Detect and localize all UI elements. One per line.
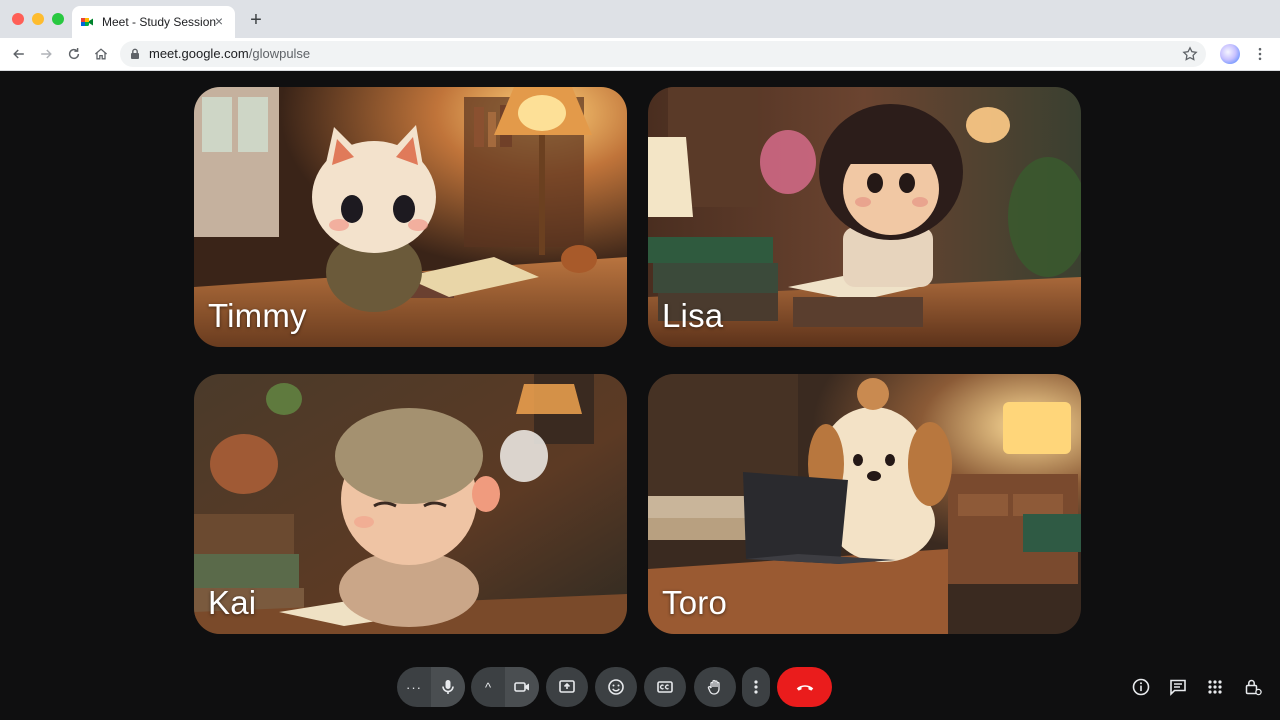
more-icon: ··· xyxy=(406,679,422,695)
participant-name: Toro xyxy=(662,584,727,621)
tab-title: Meet - Study Session xyxy=(102,15,217,29)
host-controls-button[interactable] xyxy=(1242,676,1264,698)
present-icon xyxy=(559,680,575,693)
new-tab-button[interactable]: + xyxy=(246,10,266,30)
bookmark-star-icon[interactable] xyxy=(1182,46,1198,62)
maximize-window-button[interactable] xyxy=(52,13,64,25)
host-controls-icon xyxy=(1245,679,1262,696)
chat-button[interactable] xyxy=(1167,676,1189,698)
reload-icon xyxy=(68,48,80,60)
more-vert-icon xyxy=(1258,47,1262,61)
arrow-right-icon xyxy=(41,49,52,59)
video-feed-image xyxy=(194,374,627,634)
browser-tab-meet[interactable]: Meet - Study Session × xyxy=(72,6,235,38)
back-button[interactable] xyxy=(9,44,29,64)
emoji-icon xyxy=(608,679,624,695)
mic-icon xyxy=(442,680,454,694)
home-icon xyxy=(94,48,108,60)
meet-favicon-icon xyxy=(81,18,93,26)
url-host: meet.google.com xyxy=(149,46,249,61)
more-options-mic-group: ··· xyxy=(397,667,465,707)
browser-toolbar: meet.google.com/glowpulse xyxy=(0,38,1280,71)
participant-name: Lisa xyxy=(662,297,724,334)
captions-icon xyxy=(657,681,673,693)
participant-name: Kai xyxy=(208,584,257,621)
camera-group: ^ xyxy=(471,667,539,707)
info-icon xyxy=(1132,678,1150,696)
profile-avatar[interactable] xyxy=(1220,44,1240,64)
present-now-button[interactable] xyxy=(546,667,588,707)
raise-hand-icon xyxy=(707,679,720,695)
captions-button[interactable] xyxy=(644,667,686,707)
leave-call-button[interactable] xyxy=(777,667,832,707)
participant-tile-lisa[interactable]: Lisa xyxy=(648,87,1081,347)
lock-icon[interactable] xyxy=(128,47,142,61)
url-path: /glowpulse xyxy=(248,46,311,61)
tab-strip: Meet - Study Session × + xyxy=(0,0,1280,38)
more-vert-icon xyxy=(754,680,758,694)
forward-button[interactable] xyxy=(36,44,56,64)
participant-name: Timmy xyxy=(208,297,307,334)
camera-icon xyxy=(514,682,529,692)
meeting-stage xyxy=(0,71,1280,720)
more-options-vertical-button[interactable] xyxy=(742,667,770,707)
address-bar[interactable]: meet.google.com/glowpulse xyxy=(120,41,1206,67)
participant-tile-timmy[interactable]: Timmy xyxy=(194,87,627,347)
caret-up-icon: ^ xyxy=(484,679,492,695)
reload-button[interactable] xyxy=(64,44,84,64)
camera-options-button[interactable]: ^ xyxy=(471,667,505,707)
apps-icon xyxy=(1208,680,1222,694)
raise-hand-button[interactable] xyxy=(694,667,736,707)
minimize-window-button[interactable] xyxy=(32,13,44,25)
url-text[interactable]: meet.google.com/glowpulse xyxy=(149,46,310,61)
close-window-button[interactable] xyxy=(12,13,24,25)
participant-tile-kai[interactable]: Kai xyxy=(194,374,627,634)
more-options-button[interactable]: ··· xyxy=(397,667,431,707)
activities-button[interactable] xyxy=(1204,676,1226,698)
home-button[interactable] xyxy=(91,44,111,64)
end-call-icon xyxy=(796,685,813,691)
chat-icon xyxy=(1170,679,1186,696)
meeting-details-button[interactable] xyxy=(1130,676,1152,698)
participant-tile-toro[interactable]: Toro xyxy=(648,374,1081,634)
reactions-button[interactable] xyxy=(595,667,637,707)
arrow-left-icon xyxy=(13,49,24,59)
tab-close-icon[interactable]: × xyxy=(211,13,227,29)
browser-menu-button[interactable] xyxy=(1250,44,1270,64)
